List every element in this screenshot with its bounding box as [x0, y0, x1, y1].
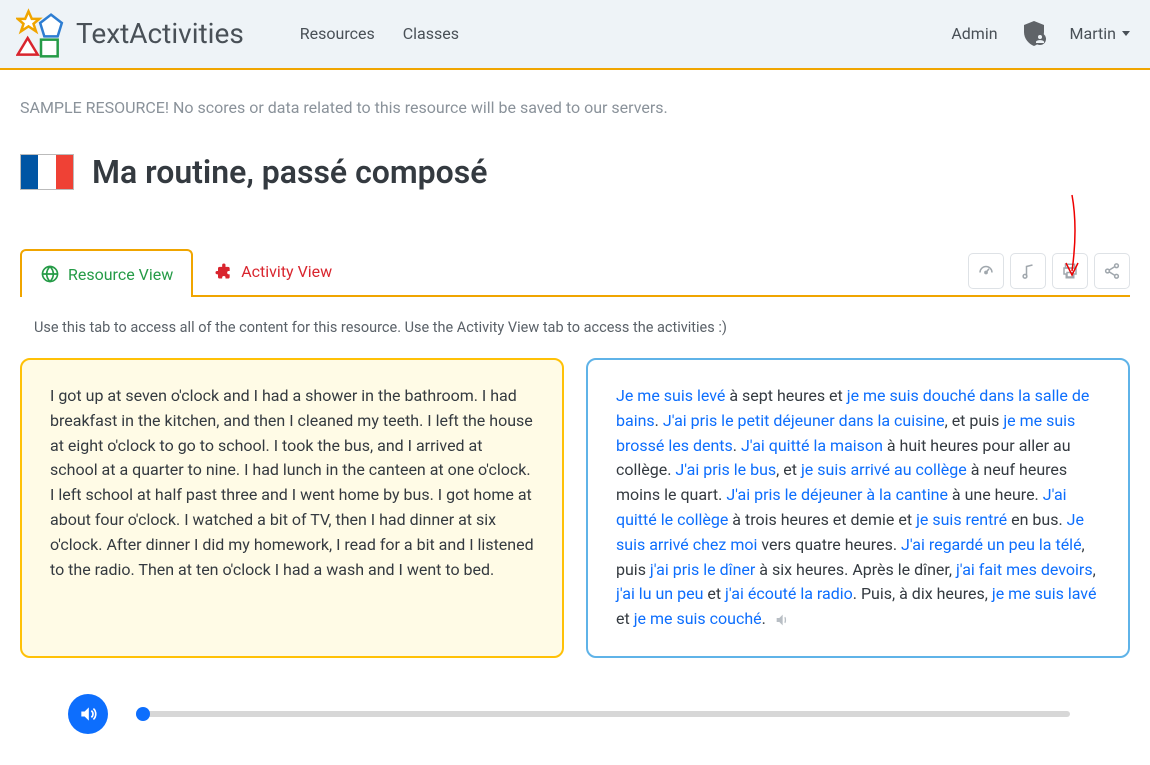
- print-icon: [1061, 262, 1079, 280]
- share-icon: [1103, 262, 1121, 280]
- music-note-icon: [1019, 261, 1037, 281]
- play-button[interactable]: [68, 694, 108, 734]
- puzzle-icon: [213, 261, 233, 281]
- brand-name: TextActivities: [76, 17, 244, 50]
- tabs: Resource View Activity View: [20, 247, 352, 295]
- chevron-down-icon: [1122, 31, 1130, 36]
- fr-phrase[interactable]: J'ai pris le bus: [675, 460, 776, 479]
- fr-phrase[interactable]: J'ai pris le déjeuner à la cantine: [726, 485, 948, 504]
- fr-phrase[interactable]: Je me suis levé: [616, 386, 725, 405]
- tab-resource-label: Resource View: [68, 265, 173, 284]
- english-card: I got up at seven o'clock and I had a sh…: [20, 358, 564, 658]
- user-menu[interactable]: Martin: [1070, 24, 1130, 43]
- print-button[interactable]: [1052, 253, 1088, 289]
- fr-phrase[interactable]: je me suis couché: [634, 609, 762, 628]
- user-name: Martin: [1070, 24, 1116, 43]
- share-button[interactable]: [1094, 253, 1130, 289]
- fr-phrase[interactable]: je me suis lavé: [992, 584, 1097, 603]
- slider-thumb[interactable]: [136, 707, 150, 721]
- fr-phrase[interactable]: J'ai regardé un peu la télé: [901, 535, 1082, 554]
- english-text: I got up at seven o'clock and I had a sh…: [50, 386, 534, 579]
- fr-phrase[interactable]: j'ai écouté la radio: [725, 584, 853, 603]
- tab-activity-label: Activity View: [241, 262, 332, 281]
- french-card: Je me suis levé à sept heures et je me s…: [586, 358, 1130, 658]
- audio-player: [68, 694, 1130, 734]
- audio-slider[interactable]: [136, 711, 1070, 717]
- speed-button[interactable]: [968, 253, 1004, 289]
- page-title: Ma routine, passé composé: [92, 153, 487, 191]
- globe-icon: [40, 264, 60, 284]
- tab-activity-view[interactable]: Activity View: [193, 247, 352, 295]
- speaker-icon[interactable]: [774, 612, 790, 628]
- sample-notice: SAMPLE RESOURCE! No scores or data relat…: [20, 98, 1130, 117]
- shield-icon[interactable]: [1022, 20, 1046, 46]
- brand-logo[interactable]: TextActivities: [16, 8, 244, 58]
- fr-phrase[interactable]: j'ai lu un peu: [616, 584, 703, 603]
- user-nav: Admin Martin: [951, 20, 1130, 46]
- audio-button[interactable]: [1010, 253, 1046, 289]
- fr-phrase[interactable]: j'ai fait mes devoirs: [956, 560, 1093, 579]
- flag-france-icon: [20, 154, 74, 190]
- gauge-icon: [977, 262, 995, 280]
- speaker-play-icon: [78, 704, 98, 724]
- fr-phrase[interactable]: je suis arrivé au collège: [801, 460, 967, 479]
- tabs-row: Resource View Activity View: [20, 247, 1130, 297]
- fr-phrase[interactable]: J'ai quitté la maison: [741, 436, 883, 455]
- content-columns: I got up at seven o'clock and I had a sh…: [20, 358, 1130, 658]
- tab-help-text: Use this tab to access all of the conten…: [34, 319, 1130, 336]
- tab-resource-view[interactable]: Resource View: [20, 249, 193, 297]
- title-row: Ma routine, passé composé: [20, 153, 1130, 191]
- fr-phrase[interactable]: J'ai pris le petit déjeuner dans la cuis…: [663, 411, 945, 430]
- fr-phrase[interactable]: j'ai pris le dîner: [650, 560, 755, 579]
- toolbar: [968, 253, 1130, 289]
- nav-resources[interactable]: Resources: [300, 24, 375, 43]
- nav-classes[interactable]: Classes: [403, 24, 459, 43]
- logo-icon: [16, 8, 66, 58]
- fr-phrase[interactable]: je suis rentré: [916, 510, 1007, 529]
- nav-admin[interactable]: Admin: [951, 24, 997, 43]
- main-nav: Resources Classes: [300, 24, 459, 43]
- top-bar: TextActivities Resources Classes Admin M…: [0, 0, 1150, 70]
